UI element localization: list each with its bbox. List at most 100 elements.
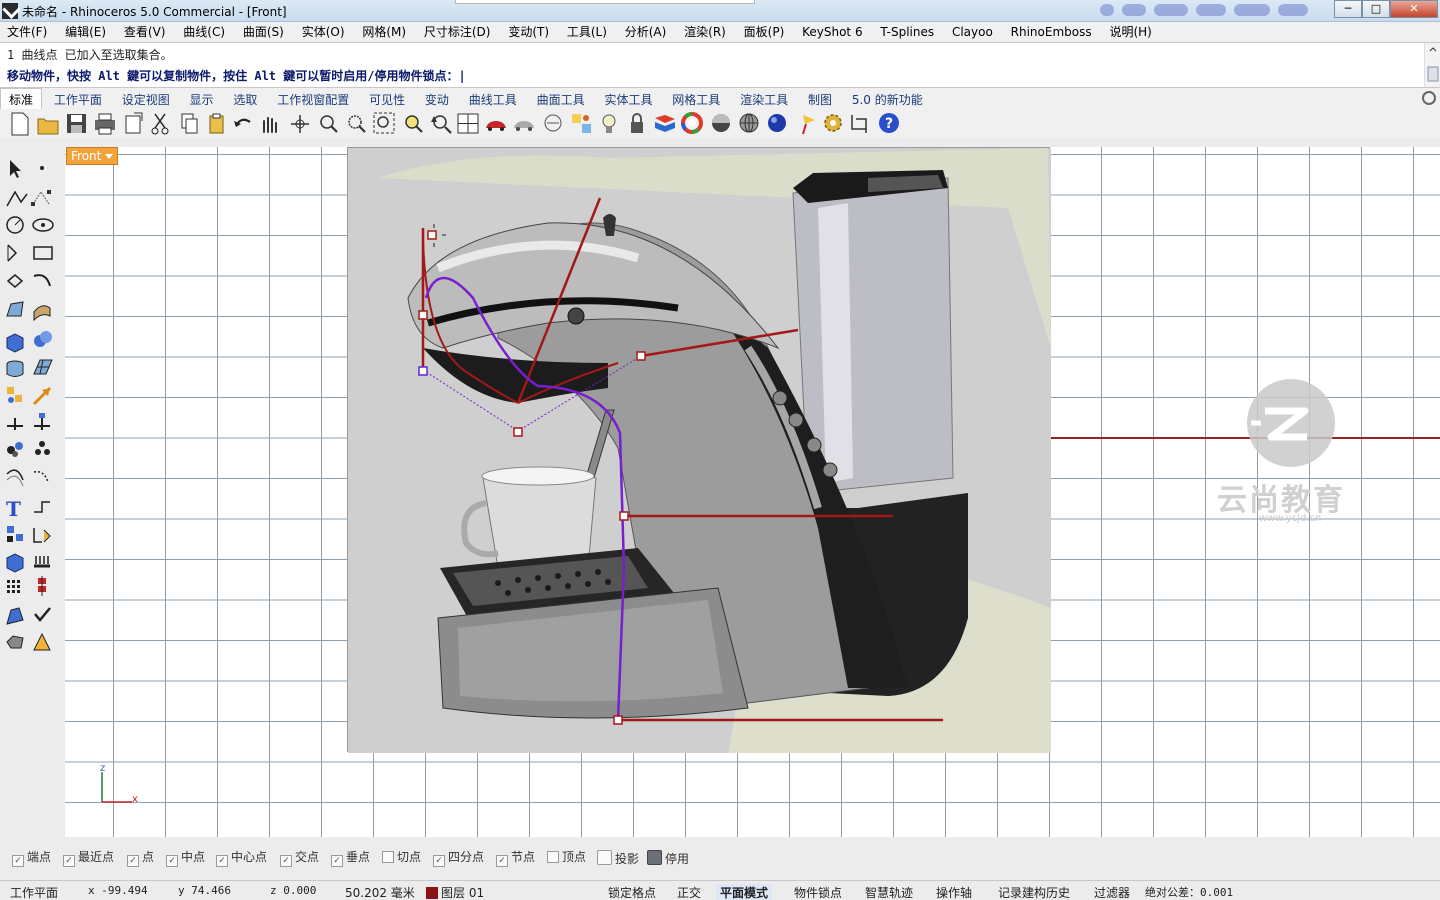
menu-mesh[interactable]: 网格(M) <box>355 22 413 41</box>
checkbox-empty-icon[interactable] <box>382 851 394 863</box>
save-icon[interactable] <box>67 114 86 133</box>
osnap-tangent[interactable]: 切点 <box>382 850 421 865</box>
surface-extrude-icon[interactable] <box>33 305 51 322</box>
checkbox-checked-icon[interactable]: ✓ <box>331 855 343 867</box>
zoom-dynamic-icon[interactable] <box>348 115 366 133</box>
undo-icon[interactable] <box>234 118 251 127</box>
polygon-icon[interactable] <box>6 274 24 288</box>
light-bulb-icon[interactable] <box>602 114 616 133</box>
status-cplane[interactable]: 工作平面 <box>10 884 58 900</box>
osnap-project[interactable]: 投影 <box>597 850 639 867</box>
checkbox-checked-icon[interactable]: ✓ <box>166 855 178 867</box>
join-icon[interactable] <box>35 441 50 455</box>
command-prompt[interactable]: 移动物件，快按 Alt 鍵可以复制物件，按住 Alt 鍵可以暂时启用/停用物件锁… <box>7 67 466 84</box>
menu-surface[interactable]: 曲面(S) <box>236 22 291 41</box>
osnap-knot[interactable]: ✓ 节点 <box>496 850 535 867</box>
text-object-icon[interactable]: T <box>6 497 21 521</box>
tab-set-view[interactable]: 设定视图 <box>114 89 178 109</box>
car-render-icon[interactable] <box>486 121 506 131</box>
lock-icon[interactable] <box>631 113 643 133</box>
array-icon[interactable] <box>7 580 20 593</box>
curve-cv-icon[interactable] <box>31 190 51 206</box>
zoom-extents-icon[interactable] <box>373 112 395 134</box>
checkbox-checked-icon[interactable]: ✓ <box>127 855 139 867</box>
shade-icon[interactable] <box>6 635 24 649</box>
osnap-mid[interactable]: ✓ 中点 <box>166 850 205 867</box>
checkbox-checked-icon[interactable]: ✓ <box>433 855 445 867</box>
status-gumball[interactable]: 操作轴 <box>936 884 972 900</box>
rhino-app-icon[interactable] <box>2 3 18 19</box>
status-ortho[interactable]: 正交 <box>677 884 701 900</box>
osnap-vertex[interactable]: 顶点 <box>547 850 586 865</box>
tab-render-tools[interactable]: 渲染工具 <box>732 89 796 109</box>
rotate-view-icon[interactable] <box>291 115 309 133</box>
paste-icon[interactable] <box>209 113 224 134</box>
box-solid-icon[interactable] <box>6 333 24 353</box>
status-layer[interactable]: 图层 01 <box>426 884 484 900</box>
checkbox-checked-icon[interactable]: ✓ <box>12 855 24 867</box>
print-icon[interactable] <box>95 113 115 135</box>
array-linear-icon[interactable] <box>38 576 46 596</box>
checkbox-checked-icon[interactable]: ✓ <box>496 855 508 867</box>
chevron-down-icon[interactable] <box>105 154 114 159</box>
mesh-sphere-icon[interactable] <box>739 113 759 133</box>
render-sphere-icon[interactable] <box>712 114 730 132</box>
ellipse-icon[interactable] <box>32 218 54 232</box>
menu-dimension[interactable]: 尺寸标注(D) <box>417 22 498 41</box>
crop-icon[interactable] <box>851 115 867 133</box>
tab-visibility[interactable]: 可见性 <box>361 89 413 109</box>
menu-tools[interactable]: 工具(L) <box>560 22 614 41</box>
check-icon[interactable] <box>34 607 51 622</box>
viewport-title-tab[interactable]: Front <box>66 147 119 165</box>
menu-help[interactable]: 说明(H) <box>1102 22 1158 41</box>
trim-icon[interactable] <box>7 418 23 430</box>
osnap-intersection[interactable]: ✓ 交点 <box>280 850 319 867</box>
minimize-button[interactable]: ─ <box>1334 0 1362 18</box>
checkbox-empty-icon[interactable] <box>597 850 612 865</box>
osnap-perp[interactable]: ✓ 垂点 <box>331 850 370 867</box>
osnap-disable[interactable]: 停用 <box>647 850 689 867</box>
point-icon[interactable] <box>40 166 44 170</box>
menu-transform[interactable]: 变动(T) <box>501 22 556 41</box>
menu-file[interactable]: 文件(F) <box>0 22 54 41</box>
osnap-near[interactable]: ✓ 最近点 <box>63 850 114 867</box>
move-icon[interactable] <box>32 386 52 406</box>
tab-select[interactable]: 选取 <box>225 89 265 109</box>
front-viewport[interactable]: z x 云尚教育 www.ycjd.cn Front <box>65 147 1440 837</box>
tab-mesh-tools[interactable]: 网格工具 <box>664 89 728 109</box>
status-planar[interactable]: 平面模式 <box>716 884 773 900</box>
status-record-history[interactable]: 记录建构历史 <box>998 884 1070 900</box>
offset-curve-icon[interactable] <box>6 469 24 487</box>
mesh-plane-icon[interactable] <box>33 359 53 375</box>
point-grid-icon[interactable] <box>572 114 591 133</box>
flag-icon[interactable] <box>802 115 815 135</box>
tab-curve-tools[interactable]: 曲线工具 <box>461 89 525 109</box>
menu-keyshot[interactable]: KeyShot 6 <box>795 22 869 41</box>
tab-display[interactable]: 显示 <box>182 89 222 109</box>
coffee-machine-reference-image[interactable] <box>347 147 1051 753</box>
polyline-icon[interactable] <box>6 190 28 207</box>
zoom-selected-icon[interactable] <box>405 115 423 133</box>
four-viewports-icon[interactable] <box>457 113 479 134</box>
menu-tsplines[interactable]: T-Splines <box>873 22 941 41</box>
menu-clayoo[interactable]: Clayoo <box>945 22 1000 41</box>
shaded-mode-icon[interactable] <box>514 121 534 131</box>
tab-surface-tools[interactable]: 曲面工具 <box>529 89 593 109</box>
color-wheel-icon[interactable] <box>681 112 703 134</box>
toggle-button-icon[interactable] <box>647 850 662 865</box>
open-folder-icon[interactable] <box>37 118 59 135</box>
help-icon[interactable]: ? <box>879 113 899 133</box>
tab-viewport-layout[interactable]: 工作视窗配置 <box>269 89 357 109</box>
blue-sphere-icon[interactable] <box>768 114 786 132</box>
osnap-point[interactable]: ✓ 点 <box>127 850 154 867</box>
pan-hand-icon[interactable] <box>263 117 277 133</box>
render-box-icon[interactable] <box>6 553 24 573</box>
status-grid-snap[interactable]: 锁定格点 <box>608 884 656 900</box>
menu-panels[interactable]: 面板(P) <box>737 22 792 41</box>
menu-solid[interactable]: 实体(O) <box>295 22 352 41</box>
arc-icon[interactable] <box>7 244 18 262</box>
explode-icon[interactable] <box>7 387 22 403</box>
tab-solid-tools[interactable]: 实体工具 <box>596 89 660 109</box>
copy-icon[interactable] <box>181 113 198 134</box>
mesh-tools-icon[interactable] <box>34 556 50 568</box>
